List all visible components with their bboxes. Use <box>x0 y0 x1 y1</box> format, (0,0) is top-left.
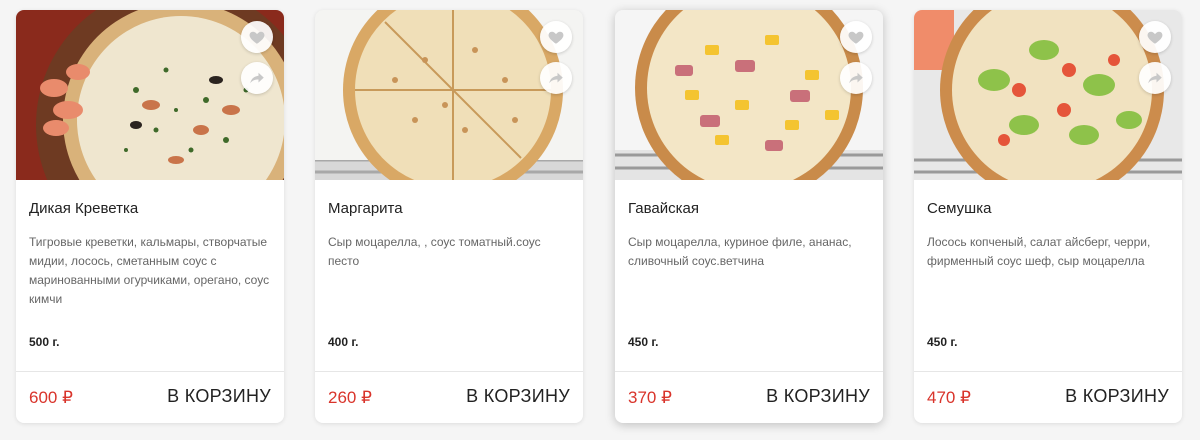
divider <box>16 371 284 372</box>
product-title[interactable]: Дикая Креветка <box>29 200 138 217</box>
add-to-cart-button[interactable]: В КОРЗИНУ <box>1065 386 1169 407</box>
heart-icon <box>249 31 265 44</box>
favorite-button[interactable] <box>540 21 572 53</box>
heart-icon <box>848 31 864 44</box>
share-button[interactable] <box>241 62 273 94</box>
product-card: Семушка Лосось копченый, салат айсберг, … <box>914 10 1182 423</box>
share-arrow-icon <box>549 72 563 84</box>
favorite-button[interactable] <box>840 21 872 53</box>
add-to-cart-button[interactable]: В КОРЗИНУ <box>766 386 870 407</box>
share-button[interactable] <box>840 62 872 94</box>
product-photo[interactable] <box>615 10 883 180</box>
product-title[interactable]: Маргарита <box>328 200 403 217</box>
product-photo[interactable] <box>16 10 284 180</box>
divider <box>615 371 883 372</box>
product-photo[interactable] <box>914 10 1182 180</box>
share-arrow-icon <box>849 72 863 84</box>
product-title[interactable]: Семушка <box>927 200 991 217</box>
product-description: Сыр моцарелла, , соус томатный.соус пест… <box>328 235 541 268</box>
share-button[interactable] <box>540 62 572 94</box>
product-card: Дикая Креветка Тигровые креветки, кальма… <box>16 10 284 423</box>
product-price: 470 ₽ <box>927 388 971 407</box>
product-price: 370 ₽ <box>628 388 672 407</box>
divider <box>315 371 583 372</box>
product-price: 600 ₽ <box>29 388 73 407</box>
product-price: 260 ₽ <box>328 388 372 407</box>
product-title[interactable]: Гавайская <box>628 200 699 217</box>
product-card: Гавайская Сыр моцарелла, куриное филе, а… <box>615 10 883 423</box>
product-grid: Дикая Креветка Тигровые креветки, кальма… <box>0 0 1200 440</box>
share-arrow-icon <box>1148 72 1162 84</box>
heart-icon <box>548 31 564 44</box>
product-weight: 500 г. <box>29 335 60 349</box>
product-weight: 400 г. <box>328 335 359 349</box>
product-description: Сыр моцарелла, куриное филе, ананас, сли… <box>628 235 852 268</box>
favorite-button[interactable] <box>1139 21 1171 53</box>
divider <box>914 371 1182 372</box>
add-to-cart-button[interactable]: В КОРЗИНУ <box>167 386 271 407</box>
product-description: Лосось копченый, салат айсберг, черри, ф… <box>927 235 1151 268</box>
heart-icon <box>1147 31 1163 44</box>
share-arrow-icon <box>250 72 264 84</box>
share-button[interactable] <box>1139 62 1171 94</box>
product-weight: 450 г. <box>927 335 958 349</box>
product-photo[interactable] <box>315 10 583 180</box>
product-description: Тигровые креветки, кальмары, створчатые … <box>29 235 270 306</box>
add-to-cart-button[interactable]: В КОРЗИНУ <box>466 386 570 407</box>
favorite-button[interactable] <box>241 21 273 53</box>
product-weight: 450 г. <box>628 335 659 349</box>
product-card: Маргарита Сыр моцарелла, , соус томатный… <box>315 10 583 423</box>
